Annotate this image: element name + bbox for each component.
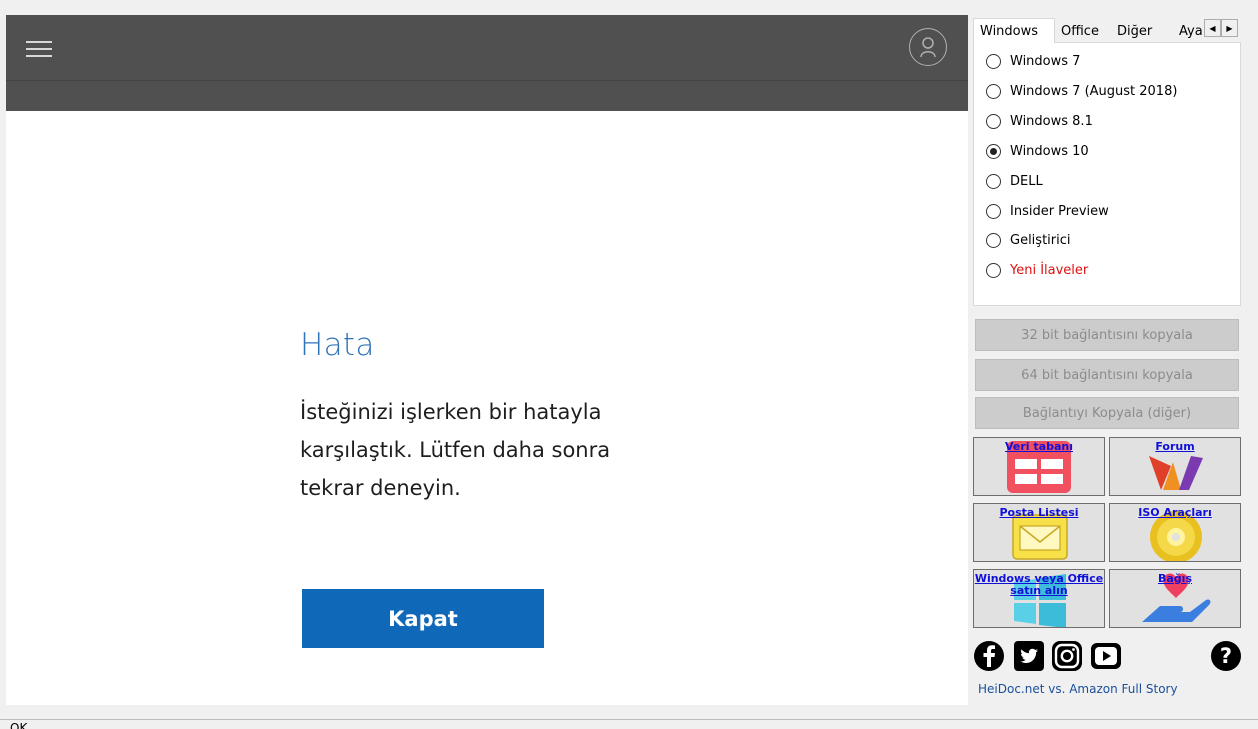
option-label: Yeni İlaveler: [1010, 262, 1089, 278]
scroll-left-icon[interactable]: ◀: [1204, 19, 1221, 37]
tab-other[interactable]: Diğer: [1111, 20, 1167, 42]
youtube-icon[interactable]: [1090, 640, 1122, 672]
option-windows-10[interactable]: Windows 10: [986, 140, 1089, 162]
help-glyph: ?: [1220, 644, 1232, 668]
forum-label: Forum: [1155, 440, 1195, 453]
option-new-additions[interactable]: Yeni İlaveler: [986, 259, 1088, 281]
radio-button-checked[interactable]: [986, 143, 1001, 159]
forum-icon: [1149, 456, 1203, 490]
error-title: Hata: [300, 327, 375, 363]
option-developer[interactable]: Geliştirici: [986, 229, 1071, 251]
tab-office[interactable]: Office: [1055, 20, 1111, 42]
instagram-icon[interactable]: [1051, 640, 1083, 672]
option-label: Windows 8.1: [1010, 113, 1093, 129]
buy-windows-office-label: Windows veya Office satın alın: [974, 572, 1104, 597]
header-divider: [6, 80, 968, 81]
account-icon[interactable]: [909, 28, 947, 66]
donate-tile[interactable]: Bağış: [1109, 569, 1241, 628]
twitter-icon[interactable]: [1013, 640, 1045, 672]
option-dell[interactable]: DELL: [986, 170, 1043, 192]
option-label: Windows 7: [1010, 53, 1081, 69]
tab-settings[interactable]: Aya: [1173, 20, 1204, 42]
windows-version-panel: Windows 7 Windows 7 (August 2018) Window…: [973, 42, 1241, 306]
forum-tile[interactable]: Forum: [1109, 437, 1241, 496]
mailing-list-tile[interactable]: Posta Listesi: [973, 503, 1105, 562]
full-story-link[interactable]: HeiDoc.net vs. Amazon Full Story: [978, 682, 1178, 696]
radio-button[interactable]: [986, 83, 1001, 99]
scroll-right-icon[interactable]: ▶: [1221, 19, 1238, 37]
option-label: Geliştirici: [1010, 232, 1071, 248]
error-message: İsteğinizi işlerken bir hatayla karşılaş…: [300, 400, 611, 500]
help-icon[interactable]: ?: [1210, 640, 1242, 672]
database-label: Veri tabanı: [1005, 440, 1073, 453]
option-windows-7[interactable]: Windows 7: [986, 50, 1080, 72]
radio-button[interactable]: [986, 173, 1001, 189]
embedded-webview: Hata İsteğinizi işlerken bir hatayla kar…: [6, 15, 968, 705]
status-text: OK: [10, 721, 28, 729]
close-button[interactable]: Kapat: [302, 589, 544, 648]
database-tile[interactable]: Veri tabanı: [973, 437, 1105, 496]
buy-windows-office-tile[interactable]: Windows veya Office satın alın: [973, 569, 1105, 628]
option-label: Windows 7 (August 2018): [1010, 83, 1178, 99]
option-windows-7-august-2018[interactable]: Windows 7 (August 2018): [986, 80, 1177, 102]
copy-32bit-link-button[interactable]: 32 bit bağlantısını kopyala: [975, 319, 1239, 351]
mail-icon: [1012, 514, 1068, 560]
option-label: DELL: [1010, 173, 1043, 189]
web-header: [6, 15, 968, 111]
radio-button[interactable]: [986, 232, 1001, 248]
mailing-list-label: Posta Listesi: [999, 506, 1079, 519]
option-label: Insider Preview: [1010, 203, 1109, 219]
copy-64bit-link-button[interactable]: 64 bit bağlantısını kopyala: [975, 359, 1239, 391]
option-insider-preview[interactable]: Insider Preview: [986, 200, 1109, 222]
radio-button[interactable]: [986, 262, 1001, 278]
option-windows-8-1[interactable]: Windows 8.1: [986, 110, 1093, 132]
radio-button[interactable]: [986, 203, 1001, 219]
facebook-icon[interactable]: [973, 640, 1005, 672]
category-tabs: Windows Office Diğer Aya: [973, 18, 1241, 43]
iso-tools-tile[interactable]: ISO Araçları: [1109, 503, 1241, 562]
radio-button[interactable]: [986, 53, 1001, 69]
tab-windows[interactable]: Windows: [973, 18, 1055, 43]
radio-button[interactable]: [986, 113, 1001, 129]
tab-scroll-buttons: ◀ ▶: [1204, 19, 1238, 37]
donate-label: Bağış: [1158, 572, 1192, 585]
iso-tools-label: ISO Araçları: [1138, 506, 1212, 519]
hamburger-menu-icon[interactable]: [26, 41, 52, 59]
copy-other-link-button[interactable]: Bağlantıyı Kopyala (diğer): [975, 397, 1239, 429]
option-label: Windows 10: [1010, 143, 1089, 159]
status-bar: OK: [0, 719, 1258, 729]
